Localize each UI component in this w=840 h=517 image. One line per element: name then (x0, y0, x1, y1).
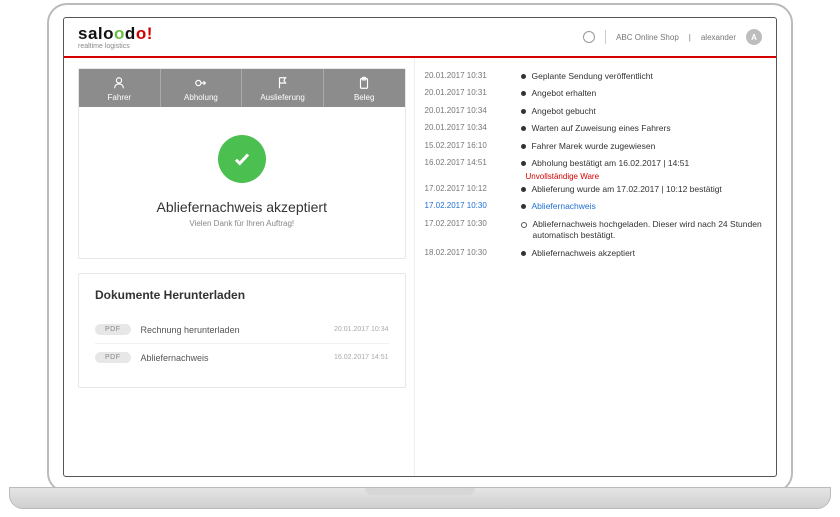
document-name: Abliefernachweis (141, 353, 325, 363)
timeline-text[interactable]: Abliefernachweis (532, 201, 596, 212)
person-icon (112, 76, 126, 90)
document-row[interactable]: PDF Rechnung herunterladen 20.01.2017 10… (95, 316, 389, 343)
timeline-text: Abholung bestätigt am 16.02.2017 | 14:51 (532, 158, 690, 169)
tab-receipt[interactable]: Beleg (324, 69, 405, 107)
timeline-date: 20.01.2017 10:34 (425, 123, 515, 134)
documents-panel: Dokumente Herunterladen PDF Rechnung her… (78, 273, 406, 388)
timeline-row: 20.01.2017 10:31 Angebot erhalten (425, 85, 762, 102)
app-header: saloodo! realtime logistics ABC Online S… (64, 18, 776, 58)
timeline-text: Abliefernachweis hochgeladen. Dieser wir… (533, 219, 762, 242)
timeline-row: 16.02.2017 14:51 Abholung bestätigt am 16… (425, 155, 762, 172)
timeline-row: 20.01.2017 10:31 Geplante Sendung veröffe… (425, 68, 762, 85)
tab-label: Abholung (184, 93, 218, 102)
timeline-text: Warten auf Zuweisung eines Fahrers (532, 123, 671, 134)
shop-name: ABC Online Shop (616, 33, 679, 42)
brand-green: o (114, 24, 125, 43)
timeline-dot-icon (521, 187, 526, 192)
document-row[interactable]: PDF Abliefernachweis 16.02.2017 14:51 (95, 343, 389, 371)
tab-pickup[interactable]: Abholung (161, 69, 243, 107)
pdf-badge: PDF (95, 352, 131, 363)
timeline-date: 16.02.2017 14:51 (425, 158, 515, 169)
timeline-text: Fahrer Marek wurde zugewiesen (532, 141, 656, 152)
notifications-icon[interactable] (583, 31, 595, 43)
confirmation-block: Abliefernachweis akzeptiert Vielen Dank … (79, 107, 405, 258)
header-divider (605, 30, 606, 44)
timeline-date: 17.02.2017 10:30 (425, 219, 515, 230)
timeline-dot-icon (521, 109, 526, 114)
timeline-row: 20.01.2017 10:34 Warten auf Zuweisung ein… (425, 120, 762, 137)
timeline-date: 15.02.2017 16:10 (425, 141, 515, 152)
timeline-dot-icon (521, 161, 526, 166)
avatar[interactable]: A (746, 29, 762, 45)
stage-tabs: Fahrer Abholung (79, 69, 405, 107)
user-name[interactable]: alexander (701, 33, 736, 42)
timeline-row: 18.02.2017 10:30 Abliefernachweis akzepti… (425, 245, 762, 262)
timeline-row: 17.02.2017 10:12 Ablieferung wurde am 17.… (425, 181, 762, 198)
timeline-dot-icon (521, 251, 526, 256)
brand-tagline: realtime logistics (78, 43, 153, 50)
confirmation-title: Abliefernachweis akzeptiert (89, 199, 395, 215)
checkmark-icon (218, 135, 266, 183)
tab-driver[interactable]: Fahrer (79, 69, 161, 107)
timeline-text: Angebot erhalten (532, 88, 597, 99)
flag-icon (276, 76, 290, 90)
brand-logo: saloodo! realtime logistics (78, 25, 153, 50)
timeline-subtext: Unvollständige Ware (526, 172, 762, 181)
timeline-date: 20.01.2017 10:31 (425, 71, 515, 82)
activity-timeline: 20.01.2017 10:31 Geplante Sendung veröffe… (415, 68, 762, 262)
timeline-row: 20.01.2017 10:34 Angebot gebucht (425, 103, 762, 120)
timeline-dot-icon (521, 126, 526, 131)
header-pipe: | (689, 33, 691, 42)
brand-mid: d (125, 24, 136, 43)
document-date: 20.01.2017 10:34 (334, 326, 389, 333)
timeline-row: 15.02.2017 16:10 Fahrer Marek wurde zugew… (425, 138, 762, 155)
tab-label: Beleg (354, 93, 374, 102)
timeline-dot-icon (521, 74, 526, 79)
timeline-dot-icon (521, 222, 527, 228)
timeline-text: Ablieferung wurde am 17.02.2017 | 10:12 … (532, 184, 722, 195)
document-name: Rechnung herunterladen (141, 325, 325, 335)
timeline-date: 20.01.2017 10:34 (425, 106, 515, 117)
clipboard-icon (357, 76, 371, 90)
document-date: 16.02.2017 14:51 (334, 354, 389, 361)
brand-red: o! (136, 24, 153, 43)
timeline-dot-icon (521, 204, 526, 209)
laptop-notch (365, 488, 475, 495)
timeline-date: 20.01.2017 10:31 (425, 88, 515, 99)
timeline-date: 17.02.2017 10:30 (425, 201, 515, 212)
tab-label: Auslieferung (260, 93, 304, 102)
timeline-row: 17.02.2017 10:30 Abliefernachweis hochgel… (425, 216, 762, 245)
timeline-dot-icon (521, 91, 526, 96)
tab-delivery[interactable]: Auslieferung (242, 69, 324, 107)
timeline-dot-icon (521, 144, 526, 149)
timeline-date: 17.02.2017 10:12 (425, 184, 515, 195)
brand-prefix: salo (78, 24, 114, 43)
timeline-date: 18.02.2017 10:30 (425, 248, 515, 259)
laptop-base (9, 487, 831, 509)
timeline-text: Angebot gebucht (532, 106, 596, 117)
pdf-badge: PDF (95, 324, 131, 335)
documents-heading: Dokumente Herunterladen (95, 288, 389, 302)
timeline-text: Abliefernachweis akzeptiert (532, 248, 635, 259)
pickup-icon (194, 76, 208, 90)
tab-label: Fahrer (108, 93, 132, 102)
timeline-row: 17.02.2017 10:30 Abliefernachweis (425, 198, 762, 215)
confirmation-subtitle: Vielen Dank für Ihren Auftrag! (89, 219, 395, 228)
status-panel: Fahrer Abholung (78, 68, 406, 259)
timeline-text: Geplante Sendung veröffentlicht (532, 71, 653, 82)
